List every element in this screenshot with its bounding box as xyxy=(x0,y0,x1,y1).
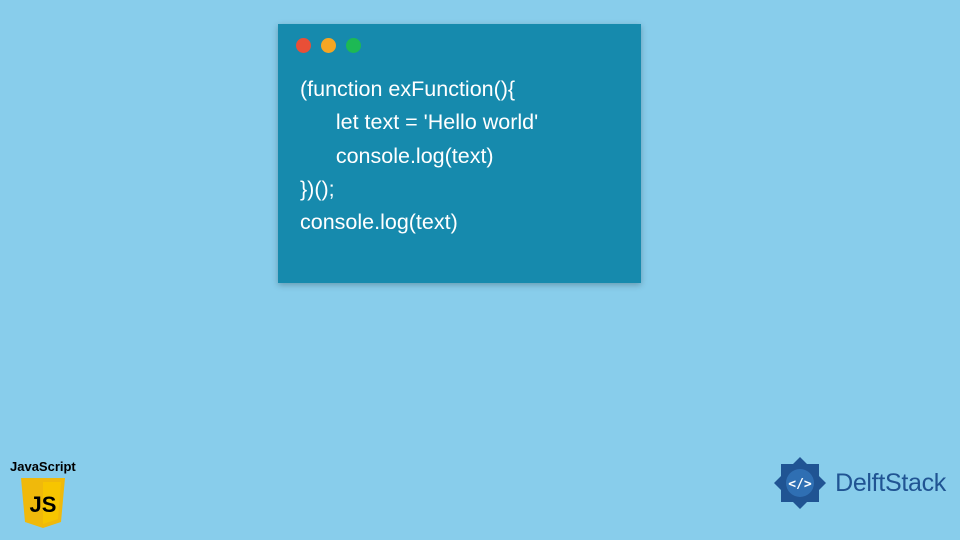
javascript-shield-icon: JS xyxy=(19,476,67,530)
delftstack-brand: </> DelftStack xyxy=(771,454,946,512)
code-snippet-panel: (function exFunction(){ let text = 'Hell… xyxy=(278,24,641,283)
close-icon xyxy=(296,38,311,53)
code-line-4: })(); xyxy=(300,177,335,201)
window-controls xyxy=(278,24,641,59)
code-line-3: console.log(text) xyxy=(300,144,494,168)
code-line-1: (function exFunction(){ xyxy=(300,77,515,101)
javascript-badge: JavaScript JS xyxy=(10,459,76,530)
maximize-icon xyxy=(346,38,361,53)
shield-text: JS xyxy=(29,492,56,517)
code-line-5: console.log(text) xyxy=(300,210,458,234)
javascript-label: JavaScript xyxy=(10,459,76,474)
delftstack-logo-icon: </> xyxy=(771,454,829,512)
svg-text:</>: </> xyxy=(788,477,812,492)
delftstack-text: DelftStack xyxy=(835,469,946,498)
minimize-icon xyxy=(321,38,336,53)
code-content: (function exFunction(){ let text = 'Hell… xyxy=(278,59,641,256)
code-line-2: let text = 'Hello world' xyxy=(300,110,538,134)
